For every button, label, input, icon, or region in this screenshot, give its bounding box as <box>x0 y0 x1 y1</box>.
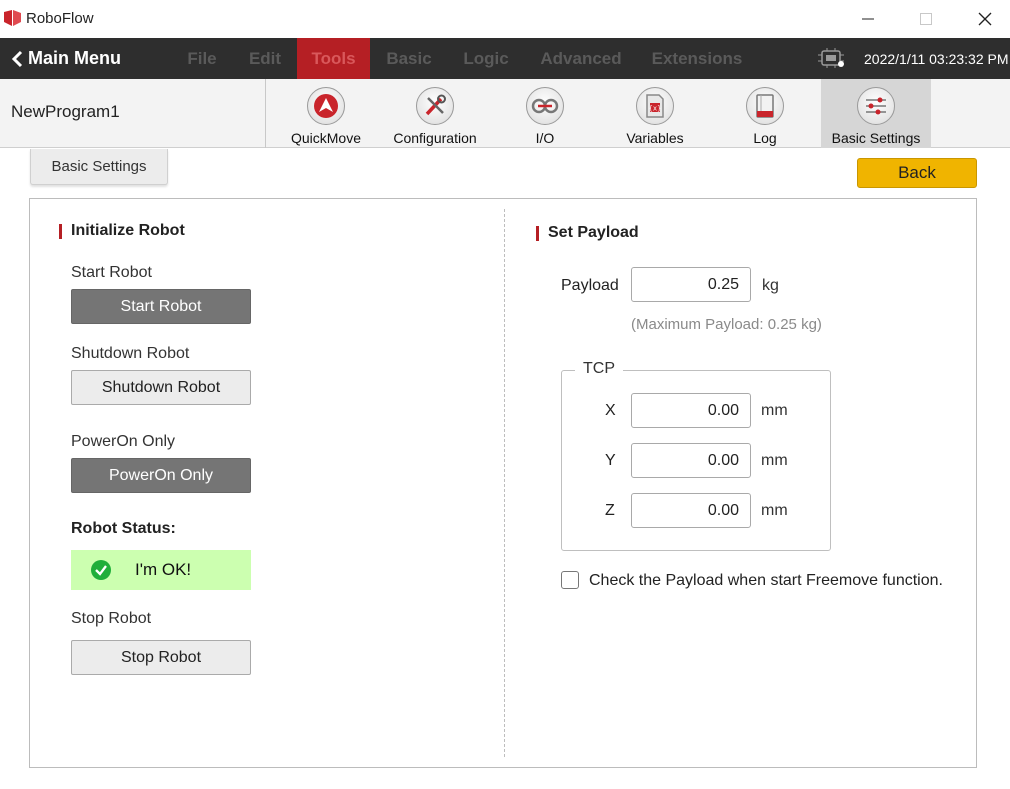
check-circle-icon <box>91 560 111 580</box>
tcp-y-label: Y <box>605 452 616 469</box>
payload-label: Payload <box>561 277 619 294</box>
tcp-y-unit: mm <box>761 452 788 469</box>
shutdown-robot-button[interactable]: Shutdown Robot <box>71 370 251 405</box>
shutdown-robot-label: Shutdown Robot <box>71 345 190 362</box>
chevron-left-icon <box>11 50 23 67</box>
controller-chip-icon[interactable] <box>816 47 846 69</box>
poweron-only-button[interactable]: PowerOn Only <box>71 458 251 493</box>
panel-divider <box>504 209 505 757</box>
robot-status-text: I'm OK! <box>135 560 192 579</box>
tcp-x-label: X <box>605 402 616 419</box>
back-button[interactable]: Back <box>857 158 977 188</box>
tcp-title: TCP <box>575 360 623 378</box>
start-robot-button[interactable]: Start Robot <box>71 289 251 324</box>
max-payload-hint: (Maximum Payload: 0.25 kg) <box>631 316 822 333</box>
toolbar-separator <box>265 79 266 148</box>
tab-basic-settings[interactable]: Basic Settings <box>30 149 168 185</box>
robot-status-badge: I'm OK! <box>71 550 251 590</box>
app-title: RoboFlow <box>26 10 94 27</box>
tool-io[interactable]: I/O <box>490 79 600 148</box>
tcp-z-input[interactable]: 0.00 <box>631 493 751 528</box>
tool-variables[interactable]: {x} Variables <box>600 79 710 148</box>
tool-label: QuickMove <box>290 130 362 146</box>
menu-tools[interactable]: Tools <box>297 38 370 79</box>
main-menu-button[interactable]: Main Menu <box>10 38 121 79</box>
io-icon <box>526 87 564 125</box>
initialize-robot-title: Initialize Robot <box>59 222 185 240</box>
tcp-z-unit: mm <box>761 502 788 519</box>
menu-bar: Main Menu File Edit Tools Basic Logic Ad… <box>0 38 1010 79</box>
tool-label: Variables <box>626 130 684 146</box>
check-payload-checkbox[interactable] <box>561 571 579 589</box>
close-icon <box>978 12 992 26</box>
stop-robot-button[interactable]: Stop Robot <box>71 640 251 675</box>
minimize-button[interactable] <box>848 6 888 32</box>
payload-input[interactable]: 0.25 <box>631 267 751 302</box>
tcp-x-unit: mm <box>761 402 788 419</box>
payload-unit: kg <box>762 277 779 294</box>
log-book-icon <box>746 87 784 125</box>
roboflow-logo-icon <box>4 10 21 26</box>
datetime: 2022/1/11 03:23:32 PM <box>864 51 1009 67</box>
check-payload-label[interactable]: Check the Payload when start Freemove fu… <box>589 572 943 590</box>
tcp-z-label: Z <box>605 502 615 519</box>
maximize-icon <box>920 13 932 25</box>
menu-edit[interactable]: Edit <box>242 38 288 79</box>
menu-logic[interactable]: Logic <box>457 38 515 79</box>
menu-advanced[interactable]: Advanced <box>536 38 626 79</box>
main-menu-label: Main Menu <box>28 48 121 68</box>
minimize-icon <box>862 18 874 20</box>
maximize-button[interactable] <box>906 6 946 32</box>
program-name: NewProgram1 <box>11 102 120 121</box>
start-robot-label: Start Robot <box>71 264 152 281</box>
menu-basic[interactable]: Basic <box>380 38 438 79</box>
tcp-x-input[interactable]: 0.00 <box>631 393 751 428</box>
svg-text:{x}: {x} <box>649 105 662 113</box>
tcp-y-input[interactable]: 0.00 <box>631 443 751 478</box>
tool-label: I/O <box>535 130 555 146</box>
toolbar: NewProgram1 QuickMove Configuration I/O … <box>0 79 1010 148</box>
wrench-screwdriver-icon <box>416 87 454 125</box>
tool-label: Log <box>753 130 777 146</box>
close-button[interactable] <box>965 6 1005 32</box>
variables-icon: {x} <box>636 87 674 125</box>
sliders-icon <box>857 87 895 125</box>
menu-extensions[interactable]: Extensions <box>648 38 746 79</box>
settings-panel: Initialize Robot Start Robot Start Robot… <box>29 198 977 768</box>
tool-label: Configuration <box>393 130 477 146</box>
tool-configuration[interactable]: Configuration <box>380 79 490 148</box>
robot-status-label: Robot Status: <box>71 520 176 537</box>
tool-log[interactable]: Log <box>710 79 820 148</box>
set-payload-title: Set Payload <box>536 224 639 242</box>
quickmove-icon <box>307 87 345 125</box>
stop-robot-label: Stop Robot <box>71 610 152 627</box>
poweron-only-label: PowerOn Only <box>71 433 176 450</box>
title-bar: RoboFlow <box>0 0 1010 38</box>
tool-label: Basic Settings <box>831 130 921 146</box>
tool-basic-settings[interactable]: Basic Settings <box>821 79 931 148</box>
tool-quickmove[interactable]: QuickMove <box>271 79 381 148</box>
menu-file[interactable]: File <box>178 38 226 79</box>
